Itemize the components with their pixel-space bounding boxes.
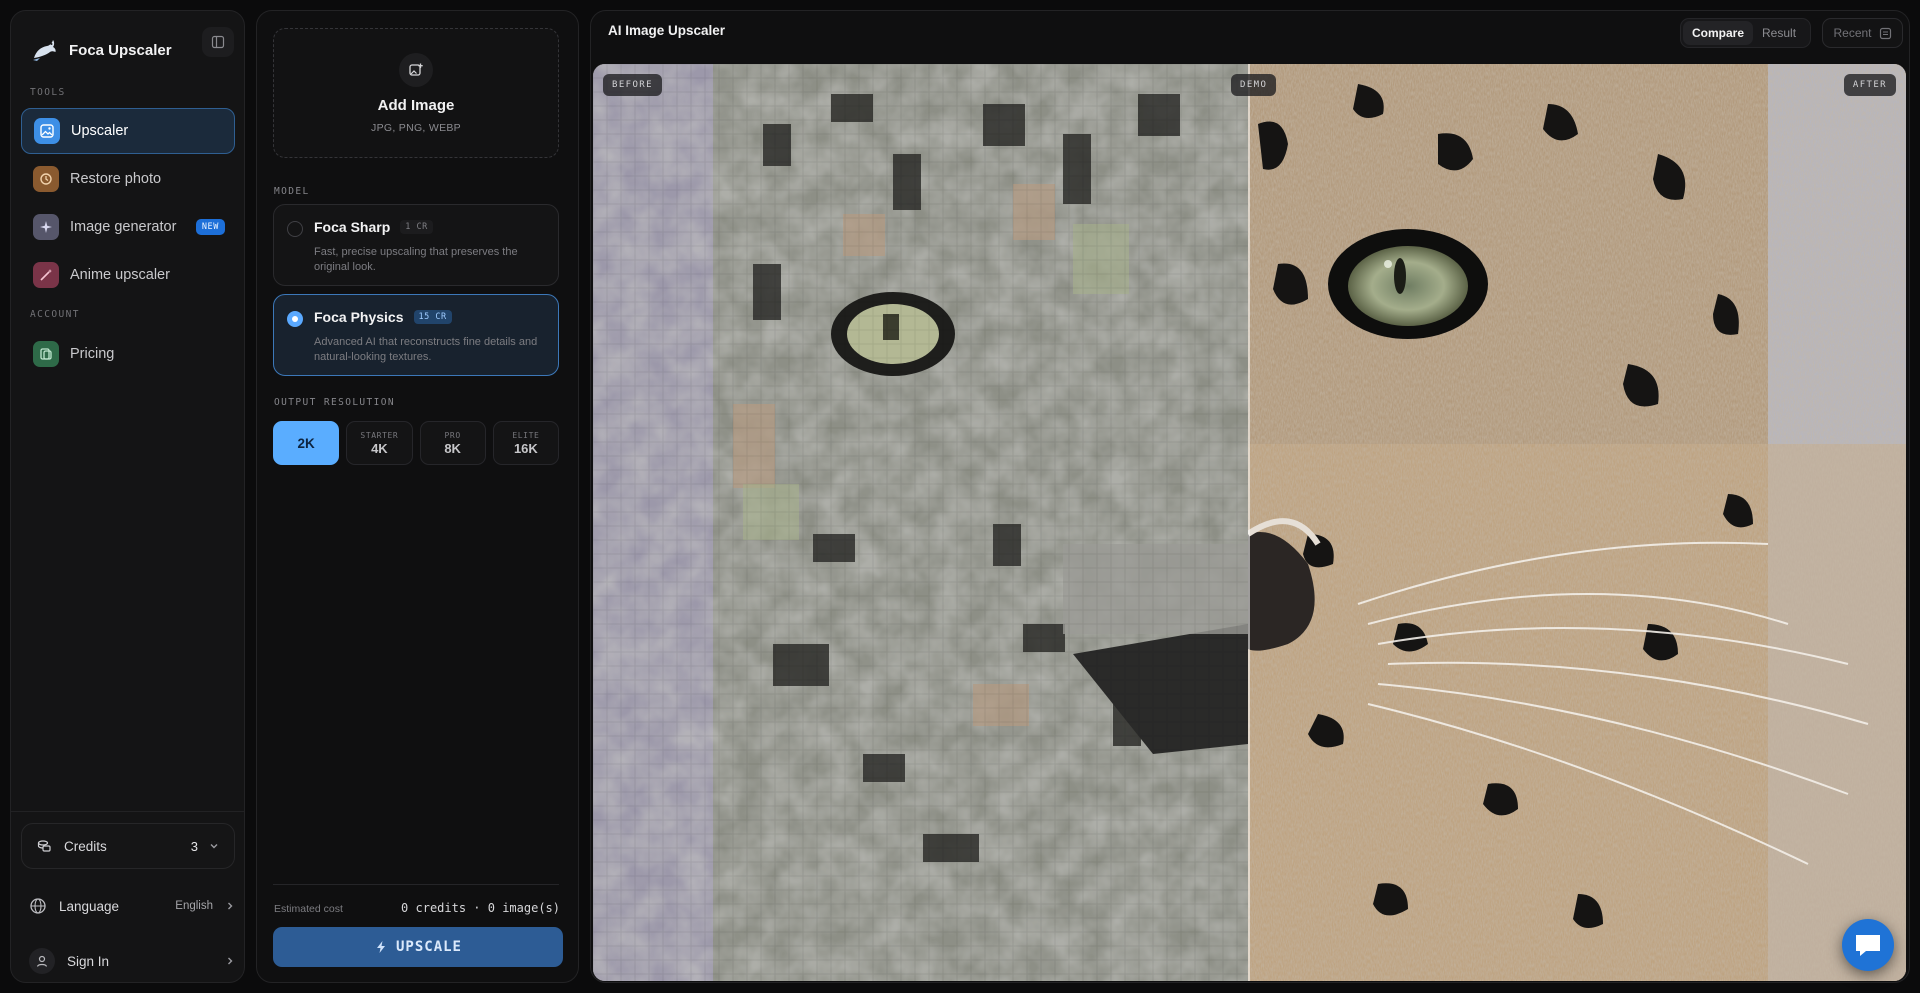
resolution-option-4k[interactable]: STARTER 4K (346, 421, 413, 465)
credits-count: 3 (190, 838, 198, 854)
model-cost-badge: 1 CR (400, 220, 433, 234)
upscale-label: UPSCALE (395, 939, 462, 955)
sparkle-icon (33, 214, 59, 240)
sidebar-item-label: Restore photo (70, 171, 162, 187)
resolution-tier: STARTER (360, 430, 399, 440)
user-icon (29, 948, 55, 974)
model-name: Foca Sharp (314, 219, 391, 235)
before-image (593, 64, 1248, 981)
seal-logo-icon (29, 35, 59, 65)
credits-dropdown[interactable]: Credits 3 (21, 823, 235, 869)
main-area: AI Image Upscaler Compare Result Recent (590, 10, 1910, 983)
restore-icon (33, 166, 59, 192)
compare-slider-handle[interactable] (1248, 64, 1250, 981)
add-image-title: Add Image (377, 96, 455, 114)
chevron-right-icon (228, 902, 233, 910)
sidebar-item-label: Upscaler (71, 123, 129, 139)
sidebar-item-label: Pricing (70, 346, 115, 362)
sidebar-item-upscaler[interactable]: Upscaler (21, 108, 235, 154)
model-name: Foca Physics (314, 309, 404, 325)
sidebar-item-label: Image generator (70, 219, 177, 235)
chevron-right-icon (228, 957, 233, 965)
model-description: Fast, precise upscaling that preserves t… (314, 246, 518, 273)
model-option-foca-sharp[interactable]: Foca Sharp 1 CR Fast, precise upscaling … (273, 204, 559, 286)
sidebar-item-label: Anime upscaler (70, 267, 170, 283)
sign-in-button[interactable]: Sign In (29, 944, 235, 978)
new-badge: NEW (195, 219, 225, 235)
radio-button[interactable] (287, 221, 303, 237)
view-toggle: Compare Result (1680, 18, 1811, 48)
estimated-cost-label: Estimated cost (274, 903, 343, 915)
resolution-tier: PRO (444, 430, 461, 440)
output-resolution-label: OUTPUT RESOLUTION (274, 397, 396, 408)
resolution-value: 8K (444, 440, 461, 456)
image-icon (34, 118, 60, 144)
resolution-value: 16K (513, 440, 538, 456)
sidebar-item-pricing[interactable]: Pricing (21, 331, 235, 377)
resolution-option-8k[interactable]: PRO 8K (419, 421, 486, 465)
lightning-icon (376, 941, 385, 953)
coins-icon (37, 840, 51, 852)
language-label: Language (59, 898, 120, 914)
estimated-cost-value: 0 credits · 0 image(s) (401, 901, 560, 915)
tab-compare[interactable]: Compare (1683, 21, 1754, 45)
history-icon (1879, 27, 1891, 39)
chat-icon (1856, 935, 1880, 956)
model-description: Advanced AI that reconstructs fine detai… (314, 336, 538, 363)
credits-label: Credits (64, 838, 107, 854)
model-section-label: MODEL (274, 186, 310, 197)
sidebar-toggle-icon (211, 35, 225, 49)
upscale-button[interactable]: UPSCALE (273, 927, 563, 967)
brand-name: Foca Upscaler (69, 41, 172, 59)
settings-panel: Add Image JPG, PNG, WEBP MODEL Foca Shar… (256, 10, 579, 983)
sidebar-item-anime-upscaler[interactable]: Anime upscaler (21, 252, 235, 298)
model-option-foca-physics[interactable]: Foca Physics 15 CR Advanced AI that reco… (273, 294, 559, 376)
panel-divider (273, 884, 559, 885)
recent-button[interactable]: Recent (1822, 18, 1903, 48)
resolution-selector: 2K STARTER 4K PRO 8K ELITE 16K (273, 421, 559, 465)
resolution-value: 2K (297, 436, 315, 451)
resolution-tier: ELITE (512, 430, 540, 440)
demo-label: DEMO (1231, 74, 1277, 96)
add-image-dropzone[interactable]: Add Image JPG, PNG, WEBP (273, 28, 559, 158)
language-value: English (175, 900, 213, 912)
account-section-label: ACCOUNT (30, 309, 80, 320)
resolution-value: 4K (371, 440, 388, 456)
sidebar-divider (11, 811, 244, 812)
model-cost-badge: 15 CR (413, 310, 452, 324)
collapse-sidebar-button[interactable] (202, 27, 234, 57)
after-label: AFTER (1843, 74, 1896, 96)
recent-label: Recent (1833, 26, 1872, 40)
app-root: Foca Upscaler TOOLS Upscaler Restore pho… (0, 0, 1920, 993)
after-image (1248, 64, 1906, 981)
tag-icon (33, 341, 59, 367)
supported-formats: JPG, PNG, WEBP (371, 121, 461, 134)
chat-support-button[interactable] (1842, 919, 1894, 971)
sidebar: Foca Upscaler TOOLS Upscaler Restore pho… (10, 10, 245, 983)
radio-button-selected[interactable] (287, 311, 303, 327)
resolution-option-2k[interactable]: 2K (273, 421, 340, 465)
before-label: BEFORE (603, 74, 662, 96)
tools-section-label: TOOLS (30, 87, 66, 98)
globe-icon (30, 898, 46, 914)
add-image-icon (399, 52, 433, 87)
sign-in-label: Sign In (67, 953, 110, 969)
page-title: AI Image Upscaler (608, 23, 726, 38)
language-selector[interactable]: Language English (29, 889, 235, 923)
sidebar-item-restore-photo[interactable]: Restore photo (21, 156, 235, 202)
wand-icon (33, 262, 59, 288)
brand[interactable]: Foca Upscaler (29, 28, 229, 72)
sidebar-item-image-generator[interactable]: Image generator NEW (21, 204, 235, 250)
resolution-option-16k[interactable]: ELITE 16K (492, 421, 559, 465)
tab-result[interactable]: Result (1753, 21, 1805, 45)
compare-viewer[interactable]: BEFORE DEMO AFTER (593, 64, 1906, 981)
chevron-down-icon (210, 844, 218, 849)
